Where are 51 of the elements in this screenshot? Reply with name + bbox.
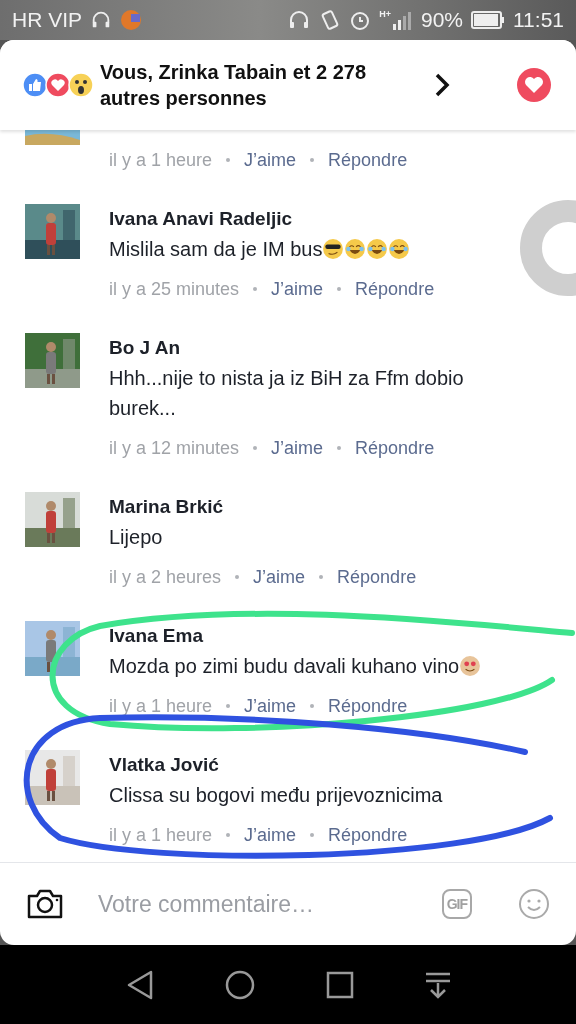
comment-text: Mozda po zimi budu davali kuhano vino	[109, 654, 460, 679]
notification-pull-icon[interactable]	[424, 970, 451, 999]
comment-time: il y a 1 heure	[109, 824, 213, 846]
emoji-icon	[459, 655, 482, 677]
reply-link[interactable]: Répondre	[328, 149, 408, 171]
commenter-name[interactable]: Ivana Ema	[109, 621, 482, 651]
reply-link[interactable]: Répondre	[355, 278, 435, 300]
emoji-icon	[366, 238, 389, 260]
battery-level: 90%	[420, 8, 463, 32]
commenter-name[interactable]: Ivana Anavi Radeljic	[109, 204, 435, 234]
signal-icon	[390, 9, 413, 31]
commenter-name[interactable]: Marina Brkić	[109, 492, 417, 522]
clock: 11:51	[513, 8, 564, 32]
back-icon[interactable]	[125, 969, 154, 1000]
emoji-icon	[322, 238, 345, 260]
alarm-icon	[349, 9, 372, 31]
home-icon[interactable]	[224, 969, 255, 1000]
reply-link[interactable]: Répondre	[328, 824, 408, 846]
recent-apps-icon[interactable]	[325, 970, 354, 999]
comment-input[interactable]: Votre commentaire…	[96, 889, 442, 919]
carrier-name: HR VIP	[12, 8, 82, 32]
like-link[interactable]: J’aime	[244, 824, 297, 846]
reactions-summary[interactable]: Vous, Zrinka Tabain et 2 278 autres personnes	[100, 59, 400, 111]
like-link[interactable]: J’aime	[244, 149, 297, 171]
network-type: H+	[379, 9, 391, 19]
emoji-icon	[388, 238, 411, 260]
chevron-right-icon[interactable]	[434, 72, 450, 98]
comment-time: il y a 2 heures	[109, 566, 222, 588]
reply-link[interactable]: Répondre	[328, 695, 408, 717]
reply-link[interactable]: Répondre	[337, 566, 417, 588]
like-link[interactable]: J’aime	[244, 695, 297, 717]
battery-icon	[471, 11, 505, 29]
surprised-face-icon	[68, 72, 94, 98]
comment-time: il y a 25 minutes	[109, 278, 240, 300]
comment-text: Clissa su bogovi među prijevoznicima	[109, 783, 443, 808]
comment-text: Lijepo	[109, 525, 163, 550]
comment-text: Mislila sam da je IM bus	[109, 237, 323, 262]
commenter-name[interactable]: Vlatka Jović	[109, 750, 443, 780]
heart-button[interactable]	[516, 67, 552, 103]
like-link[interactable]: J’aime	[271, 437, 324, 459]
commenter-name[interactable]: Bo J An	[109, 333, 529, 363]
camera-icon[interactable]	[26, 888, 64, 920]
like-link[interactable]: J’aime	[271, 278, 324, 300]
like-link[interactable]: J’aime	[253, 566, 306, 588]
comment-text: Hhh...nije to nista ja iz BiH za Ffm dobio burek...	[109, 366, 465, 421]
reply-link[interactable]: Répondre	[355, 437, 435, 459]
app-icon	[120, 9, 142, 31]
emoji-icon	[344, 238, 367, 260]
thumbs-up-icon	[22, 72, 48, 98]
comment-time: il y a 12 minutes	[109, 437, 240, 459]
comment-time: il y a 1 heure	[109, 149, 213, 171]
